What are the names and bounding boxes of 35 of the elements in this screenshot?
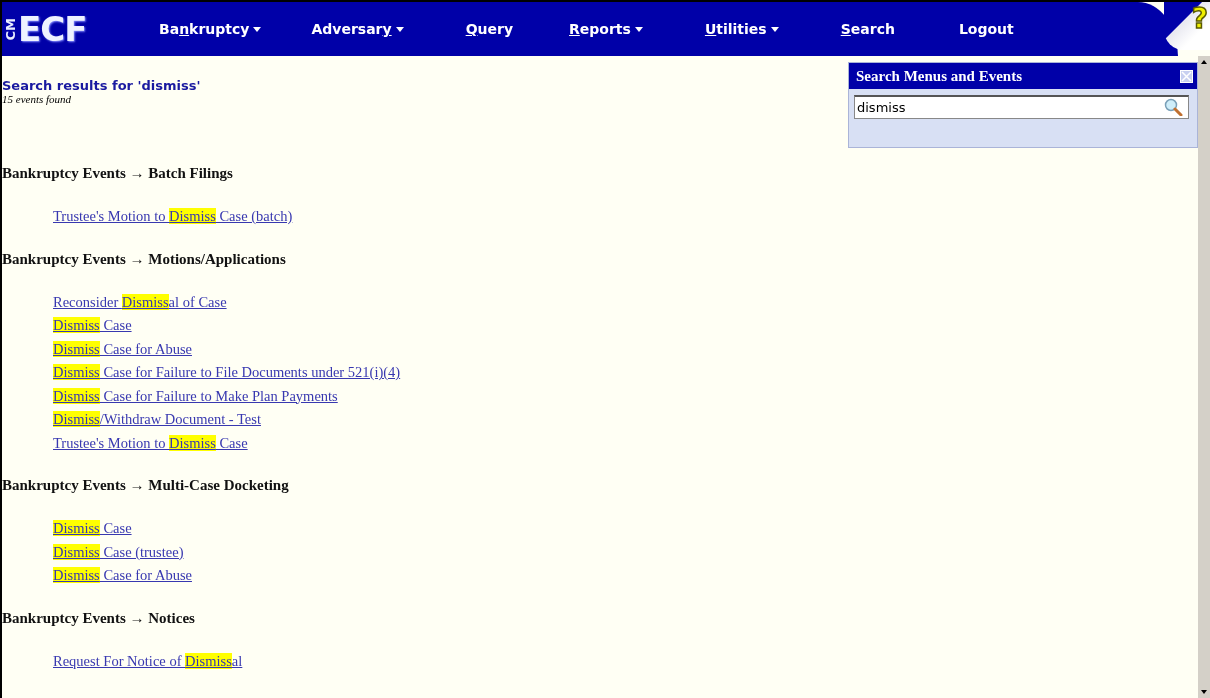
logo-text: CM xyxy=(4,17,18,41)
event-link[interactable]: Dismiss Case xyxy=(53,519,132,539)
category-heading: Bankruptcy Events → Multi-Case Docketing xyxy=(2,477,290,494)
category-heading: Bankruptcy Events → Motions/Applications xyxy=(2,250,287,268)
event-link[interactable]: Dismiss Case for Abuse xyxy=(53,566,192,586)
event-link[interactable]: Reconsider Dismissal of Case xyxy=(53,292,227,312)
scrollbar[interactable] xyxy=(1198,56,1210,698)
results-count: 15 events found xyxy=(2,93,73,105)
menu-item[interactable]: Logout xyxy=(958,21,1014,37)
menu-item[interactable]: Reports xyxy=(569,21,643,37)
search-field[interactable]: dismiss xyxy=(854,95,1189,119)
logo-text: ECF xyxy=(18,9,87,49)
results-title: Search results for 'dismiss' xyxy=(2,78,202,93)
caret-icon xyxy=(253,26,262,32)
event-link[interactable]: Dismiss Case for Failure to Make Plan Payments xyxy=(53,386,338,406)
close-button[interactable] xyxy=(1180,69,1193,83)
panel-title: Search Menus and Events xyxy=(856,67,1022,85)
event-link[interactable]: Dismiss/Withdraw Document - Test xyxy=(53,410,261,430)
menu-item[interactable]: Query xyxy=(465,21,514,37)
caret-icon xyxy=(395,26,404,32)
search-icon[interactable] xyxy=(1163,98,1183,116)
menu-item[interactable]: Utilities xyxy=(704,21,779,37)
menu-item[interactable]: Search xyxy=(840,21,895,37)
event-link[interactable]: Trustee's Motion to Dismiss Case (batch) xyxy=(53,207,293,227)
event-link[interactable]: Dismiss Case xyxy=(53,316,132,336)
event-link[interactable]: Dismiss Case for Failure to File Documents under 521(i)(4) xyxy=(53,363,401,383)
event-link[interactable]: Dismiss Case for Abuse xyxy=(53,339,192,359)
event-link[interactable]: Dismiss Case (trustee) xyxy=(53,542,184,562)
caret-icon xyxy=(634,26,643,32)
menu-item[interactable]: Adversary xyxy=(311,21,404,37)
category-heading: Bankruptcy Events → Batch Filings xyxy=(2,165,234,182)
caret-icon xyxy=(770,26,779,32)
event-link[interactable]: Trustee's Motion to Dismiss Case xyxy=(53,433,248,453)
category-heading: Bankruptcy Events → Notices xyxy=(2,609,196,627)
menu-item[interactable]: Bankruptcy xyxy=(159,21,262,37)
